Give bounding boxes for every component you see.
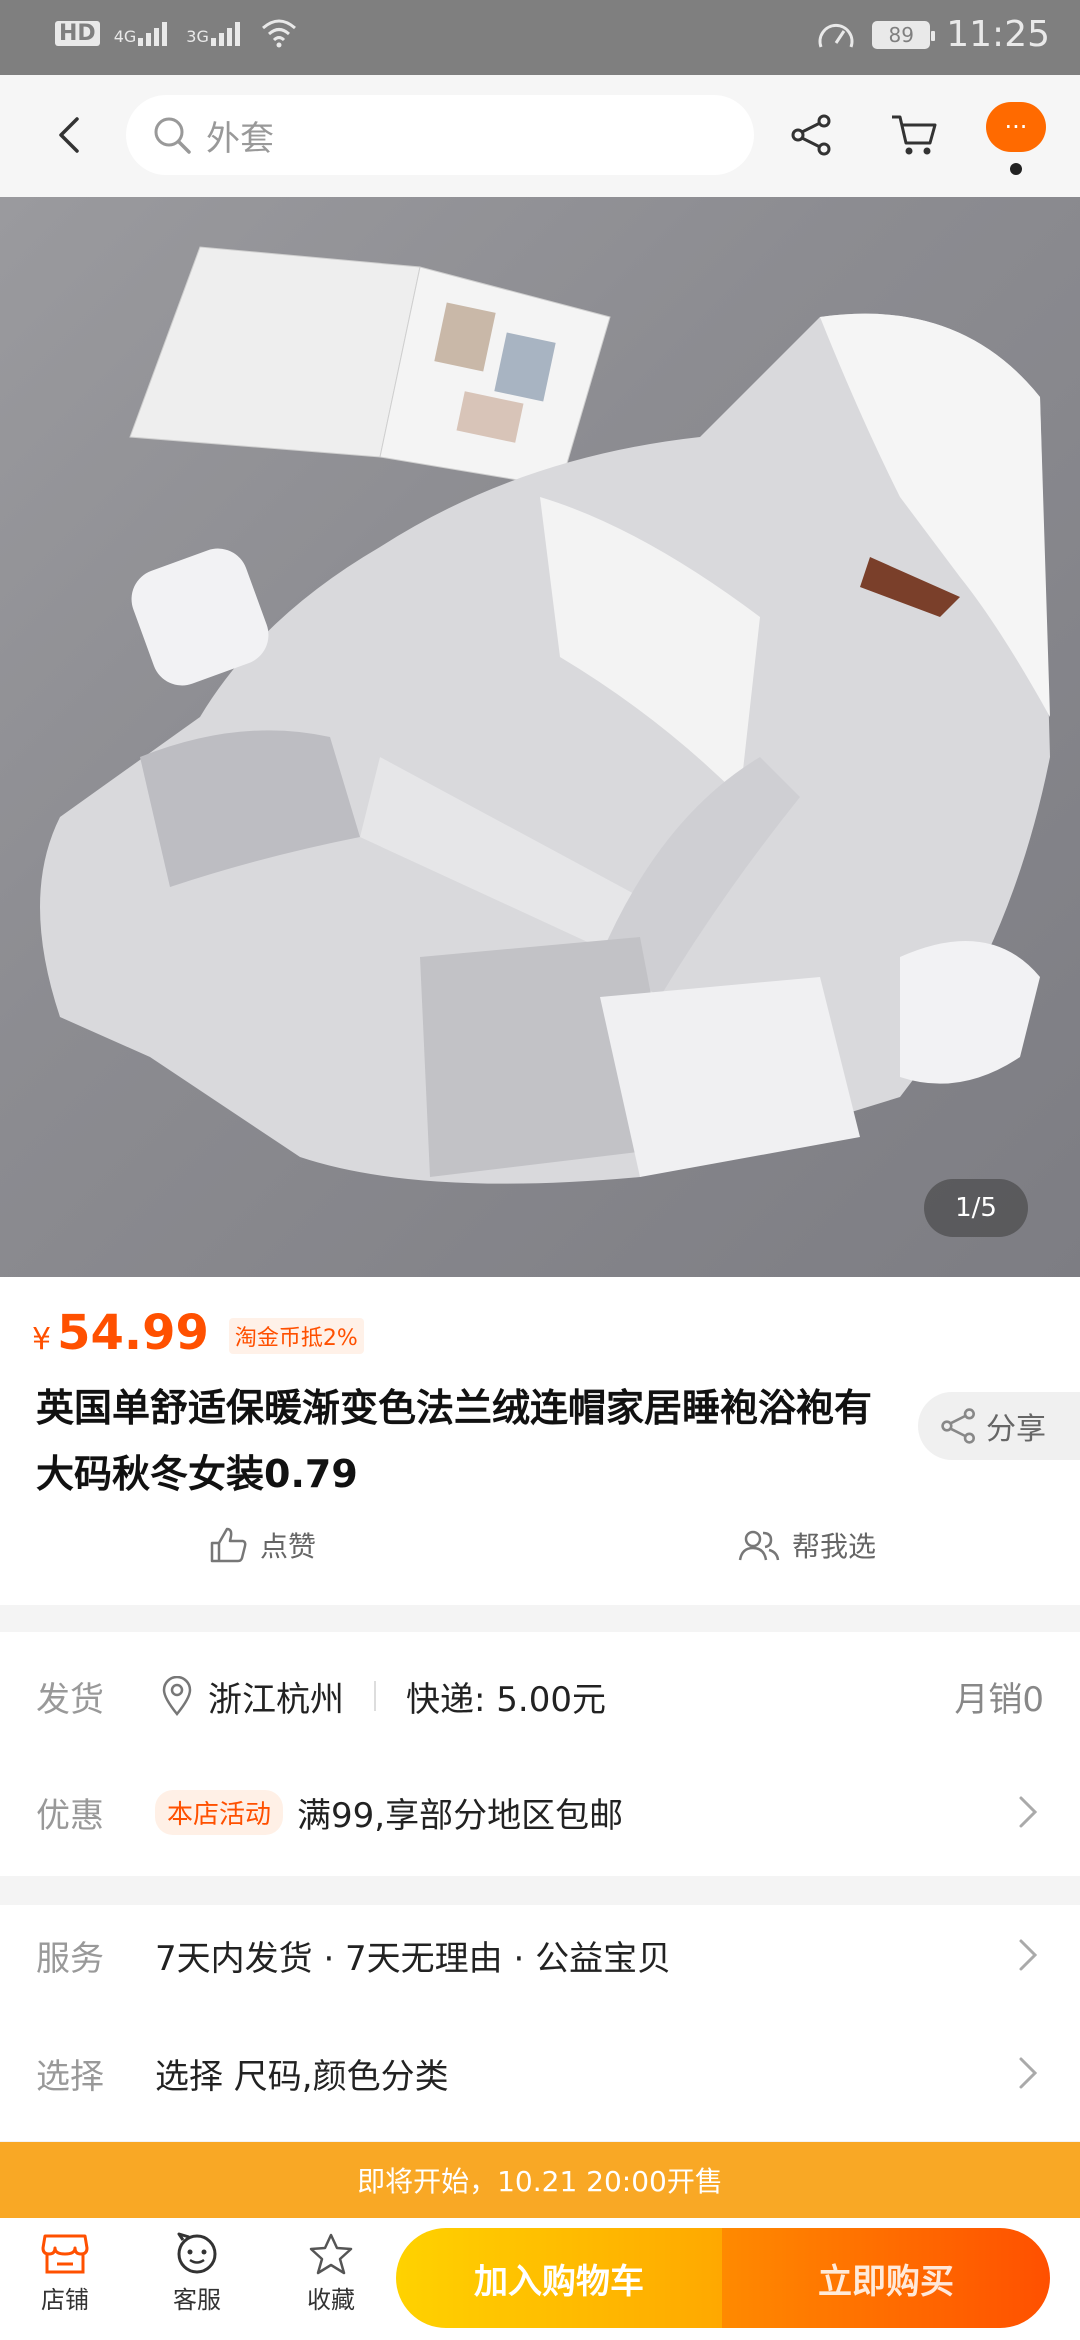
network-type-label: 4G (113, 27, 137, 46)
shipping-fee: 快递: 5.00元 (406, 1679, 606, 1720)
search-input[interactable]: 外套 (206, 111, 274, 160)
buy-now-button[interactable]: 立即购买 (722, 2228, 1050, 2328)
more-menu-button[interactable]: ··· (986, 102, 1046, 152)
shop-tab[interactable]: 店铺 (20, 2232, 110, 2315)
product-info: ¥ 54.99 淘金币抵2% 英国单舒适保暖渐变色法兰绒连帽家居睡袍浴袍有大码秋… (0, 1277, 1080, 1605)
status-right: 89 11:25 (816, 14, 1050, 55)
price-row: ¥ 54.99 淘金币抵2% (32, 1305, 364, 1361)
shop-icon (41, 2234, 89, 2274)
select-content: 选择 尺码,颜色分类 (155, 2049, 449, 2098)
product-title: 英国单舒适保暖渐变色法兰绒连帽家居睡袍浴袍有大码秋冬女装0.79 (36, 1386, 873, 1496)
notification-dot (1010, 163, 1022, 175)
promo-label: 优惠 (36, 1795, 104, 1836)
star-icon (309, 2233, 353, 2275)
sale-countdown-banner: 即将开始，10.21 20:00开售 (0, 2142, 1080, 2218)
add-to-cart-button[interactable]: 加入购物车 (396, 2228, 722, 2328)
customer-service-tab[interactable]: 客服 (152, 2232, 242, 2315)
shop-label: 店铺 (41, 2286, 89, 2314)
location-pin-icon (162, 1676, 192, 1716)
help-choose-label: 帮我选 (792, 1530, 877, 1563)
bathrobe-illustration (40, 246, 1050, 1184)
back-arrow-icon (59, 117, 79, 153)
share-icon (941, 1408, 975, 1444)
thumbs-up-icon (210, 1527, 247, 1563)
more-icon: ··· (1004, 113, 1028, 141)
top-nav: 外套 ··· (0, 75, 1080, 197)
status-left: HD 4G 3G (55, 18, 299, 48)
network-type-label-2: 3G (186, 27, 209, 46)
store-activity-badge: 本店活动 (155, 1789, 284, 1835)
cart-icon (892, 115, 937, 155)
promo-text: 满99,享部分地区包邮 (297, 1795, 624, 1836)
battery-level: 89 (888, 22, 914, 47)
chevron-right-icon (1019, 2057, 1038, 2089)
favorite-tab[interactable]: 收藏 (286, 2232, 376, 2315)
hd-icon: HD (55, 20, 100, 46)
image-pager: 1/5 (924, 1179, 1028, 1237)
currency-symbol: ¥ (32, 1322, 52, 1357)
service-card: 服务 7天内发货 · 7天无理由 · 公益宝贝 选择 选择 尺码,颜色分类 (0, 1905, 1080, 2141)
back-button[interactable] (40, 105, 100, 165)
product-image[interactable]: 1/5 (0, 197, 1080, 1277)
service-row[interactable]: 服务 7天内发货 · 7天无理由 · 公益宝贝 (0, 1905, 1080, 2005)
cart-button[interactable] (884, 105, 944, 165)
clock: 11:25 (946, 14, 1050, 55)
delivery-card: 发货 浙江杭州 快递: 5.00元 月销0 优惠 本店活动 满99,享部分地区包… (0, 1632, 1080, 1876)
coin-discount-badge: 淘金币抵2% (228, 1318, 364, 1354)
delivery-row[interactable]: 发货 浙江杭州 快递: 5.00元 月销0 (0, 1646, 1080, 1746)
service-content: 7天内发货 · 7天无理由 · 公益宝贝 (155, 1931, 671, 1980)
customer-service-label: 客服 (173, 2286, 221, 2314)
service-label: 服务 (36, 1938, 104, 1979)
like-label: 点赞 (260, 1530, 317, 1563)
delivery-label: 发货 (36, 1679, 104, 1720)
signal-4g-icon: 4G (114, 20, 173, 46)
product-detail-page: HD 4G 3G 89 11:25 外套 ··· 1/5 ¥ 54.99 淘金币… (0, 0, 1080, 2340)
like-button[interactable]: 点赞 (210, 1525, 316, 1565)
favorite-label: 收藏 (307, 2286, 355, 2314)
wifi-icon (261, 19, 296, 48)
status-bar: HD 4G 3G 89 11:25 (0, 0, 1080, 75)
signal-3g-icon: 3G (186, 20, 245, 46)
help-choose-button[interactable]: 帮我选 (738, 1525, 876, 1565)
price: 54.99 (57, 1305, 209, 1361)
search-icon (154, 117, 191, 154)
group-users-icon (738, 1530, 780, 1561)
promo-content: 本店活动 满99,享部分地区包邮 (155, 1788, 623, 1837)
delivery-content: 浙江杭州 快递: 5.00元 (160, 1672, 606, 1721)
delivery-location: 浙江杭州 (208, 1679, 344, 1720)
monthly-sales: 月销0 (954, 1679, 1044, 1720)
battery-icon: 89 (872, 20, 936, 49)
share-button[interactable] (782, 105, 842, 165)
promo-row[interactable]: 优惠 本店活动 满99,享部分地区包邮 (0, 1762, 1080, 1862)
chevron-right-icon (1019, 1939, 1038, 1971)
speed-gauge-icon (818, 23, 854, 48)
search-bar[interactable]: 外套 (126, 95, 754, 175)
select-row[interactable]: 选择 选择 尺码,颜色分类 (0, 2023, 1080, 2123)
select-label: 选择 (36, 2056, 104, 2097)
service-text: 7天内发货 · 7天无理由 · 公益宝贝 (155, 1938, 672, 1979)
chevron-right-icon (1019, 1796, 1038, 1828)
divider (374, 1681, 376, 1711)
bottom-action-bar: 店铺 客服 收藏 加入购物车 立即购买 (0, 2218, 1080, 2340)
share-pill-button[interactable]: 分享 (918, 1392, 1080, 1460)
share-icon (791, 114, 831, 156)
select-text: 选择 尺码,颜色分类 (155, 2056, 449, 2097)
magazine-illustration (129, 246, 611, 488)
share-label: 分享 (986, 1412, 1046, 1447)
chat-bubble-icon (177, 2232, 217, 2274)
